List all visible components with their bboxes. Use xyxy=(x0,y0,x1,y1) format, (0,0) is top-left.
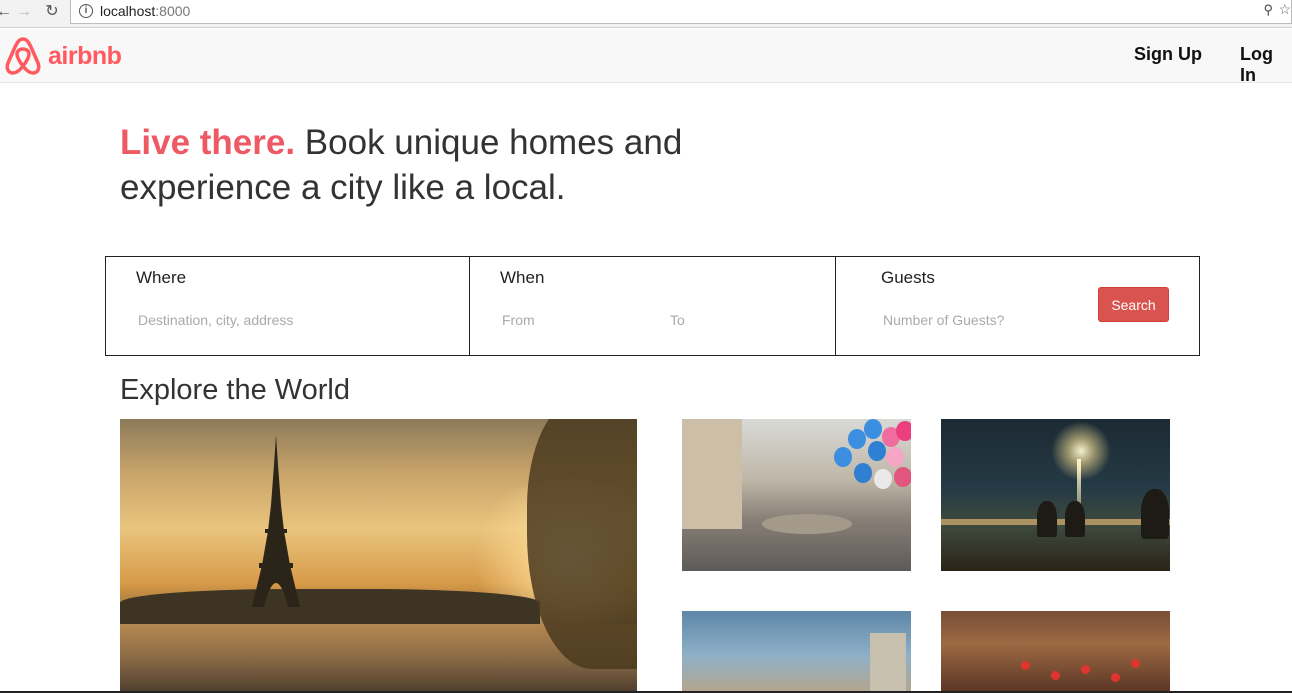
hero-headline: Live there. Book unique homes and experi… xyxy=(120,120,760,210)
balloon xyxy=(834,447,852,467)
balloon xyxy=(864,419,882,439)
balloons xyxy=(826,419,911,509)
person xyxy=(1141,489,1169,539)
balloon xyxy=(896,421,911,441)
reload-icon[interactable]: ↻ xyxy=(42,2,62,22)
where-input[interactable] xyxy=(138,310,438,330)
browser-toolbar: ← → ↻ i localhost:8000 ⚲ ☆ xyxy=(0,0,1292,28)
where-section: Where xyxy=(106,257,470,355)
info-icon[interactable]: i xyxy=(79,4,93,18)
logo[interactable]: airbnb xyxy=(4,35,122,77)
key-icon[interactable]: ⚲ xyxy=(1263,2,1273,18)
airbnb-logo-icon xyxy=(5,37,41,75)
hero-line-2: experience a city like a local. xyxy=(120,168,566,207)
guests-section: Guests Search xyxy=(836,257,1199,355)
balloon xyxy=(886,447,904,467)
hero-line-1: Book unique homes and xyxy=(295,123,683,162)
person xyxy=(1037,501,1057,537)
when-section: When xyxy=(470,257,836,355)
url-text[interactable]: localhost:8000 xyxy=(100,3,190,19)
guests-label: Guests xyxy=(881,268,935,287)
lanterns xyxy=(1021,651,1141,682)
sign-up-link[interactable]: Sign Up xyxy=(1134,44,1202,65)
firework-burst xyxy=(1051,421,1111,481)
lantern xyxy=(1051,671,1060,680)
hero-accent: Live there. xyxy=(120,123,296,162)
url-host: localhost xyxy=(100,3,156,19)
photo-rome[interactable] xyxy=(682,419,911,571)
search-button[interactable]: Search xyxy=(1098,287,1169,322)
where-label: Where xyxy=(136,268,187,287)
log-in-link[interactable]: Log In xyxy=(1240,44,1292,86)
logo-text: airbnb xyxy=(48,41,122,70)
building xyxy=(682,419,742,529)
balloon xyxy=(854,463,872,483)
eiffel-tower-icon xyxy=(252,435,300,607)
back-icon[interactable]: ← xyxy=(0,2,14,22)
photo-paris[interactable] xyxy=(120,419,637,693)
lantern xyxy=(1131,659,1140,668)
from-date-input[interactable] xyxy=(502,310,652,330)
photo-street[interactable] xyxy=(941,611,1170,693)
tower xyxy=(870,633,906,693)
lantern xyxy=(1021,661,1030,670)
balloon xyxy=(868,441,886,461)
site-header: airbnb Sign Up Log In xyxy=(0,29,1292,86)
balloon xyxy=(894,467,911,487)
fountain xyxy=(762,514,852,534)
person xyxy=(1065,501,1085,537)
lantern xyxy=(1081,665,1090,674)
star-icon[interactable]: ☆ xyxy=(1278,1,1291,18)
balloon xyxy=(848,429,866,449)
photo-fireworks[interactable] xyxy=(941,419,1170,571)
tree-line xyxy=(120,589,540,624)
url-port: :8000 xyxy=(155,3,191,19)
lantern xyxy=(1111,673,1120,682)
explore-title: Explore the World xyxy=(120,374,350,406)
balloon xyxy=(874,469,892,489)
when-label: When xyxy=(500,268,545,287)
photo-city[interactable] xyxy=(682,611,911,693)
forward-icon[interactable]: → xyxy=(14,2,34,22)
search-bar: Where When Guests Search xyxy=(105,256,1200,356)
to-date-input[interactable] xyxy=(670,310,820,330)
guests-input[interactable] xyxy=(883,310,1083,330)
address-bar[interactable]: i localhost:8000 ⚲ ☆ xyxy=(70,0,1292,24)
